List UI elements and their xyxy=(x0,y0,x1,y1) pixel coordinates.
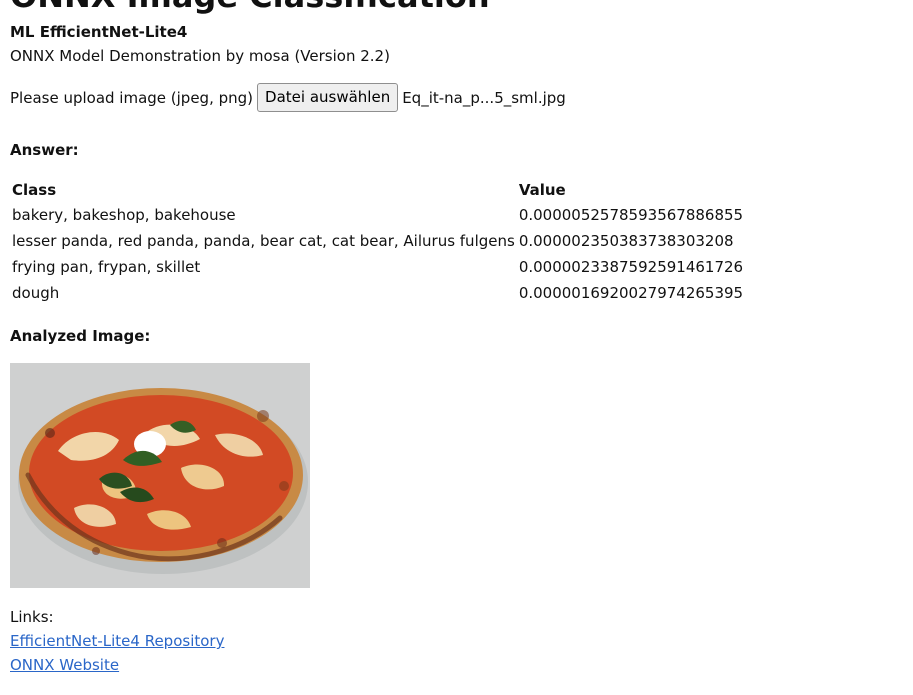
model-description: ONNX Model Demonstration by mosa (Versio… xyxy=(10,47,390,65)
page: ONNX Image Classification ML EfficientNe… xyxy=(0,0,913,695)
class-cell: lesser panda, red panda, panda, bear cat… xyxy=(12,232,515,250)
table-header-row: Class Value xyxy=(10,178,745,202)
class-header: Class xyxy=(12,181,57,199)
table-row: bakery, bakeshop, bakehouse 0.0000052578… xyxy=(10,202,745,228)
answer-label: Answer: xyxy=(10,141,79,159)
class-cell: dough xyxy=(12,284,60,302)
value-cell: 0.000002350383738303208 xyxy=(518,232,734,250)
upload-row: Please upload image (jpeg, png) Datei au… xyxy=(10,83,566,112)
classification-result-table: Class Value bakery, bakeshop, bakehouse … xyxy=(10,178,745,306)
efficientnet-repository-link[interactable]: EfficientNet-Lite4 Repository xyxy=(10,632,224,650)
class-cell: frying pan, frypan, skillet xyxy=(12,258,201,276)
value-cell: 0.0000023387592591461726 xyxy=(518,258,744,276)
analyzed-pizza-image xyxy=(10,363,310,588)
crust-char-spot xyxy=(279,481,289,491)
crust-char-spot xyxy=(217,538,227,548)
selected-file-name: Eq_it-na_p...5_sml.jpg xyxy=(402,88,566,107)
analyzed-image-label: Analyzed Image: xyxy=(10,327,151,345)
class-cell: bakery, bakeshop, bakehouse xyxy=(12,206,236,224)
onnx-website-link[interactable]: ONNX Website xyxy=(10,656,119,674)
crust-char-spot xyxy=(257,410,269,422)
value-cell: 0.0000016920027974265395 xyxy=(518,284,744,302)
table-row: lesser panda, red panda, panda, bear cat… xyxy=(10,228,745,254)
value-header: Value xyxy=(518,181,566,199)
table-row: dough 0.0000016920027974265395 xyxy=(10,280,745,306)
crust-char-spot xyxy=(92,547,100,555)
upload-label: Please upload image (jpeg, png) xyxy=(10,88,254,107)
value-cell: 0.0000052578593567886855 xyxy=(518,206,744,224)
pizza-illustration xyxy=(10,363,310,588)
choose-file-button[interactable]: Datei auswählen xyxy=(257,83,399,112)
crust-char-spot xyxy=(45,428,55,438)
model-subtitle: ML EfficientNet-Lite4 xyxy=(10,23,188,41)
table-row: frying pan, frypan, skillet 0.0000023387… xyxy=(10,254,745,280)
links-label: Links: xyxy=(10,608,54,626)
page-title: ONNX Image Classification xyxy=(10,0,490,12)
